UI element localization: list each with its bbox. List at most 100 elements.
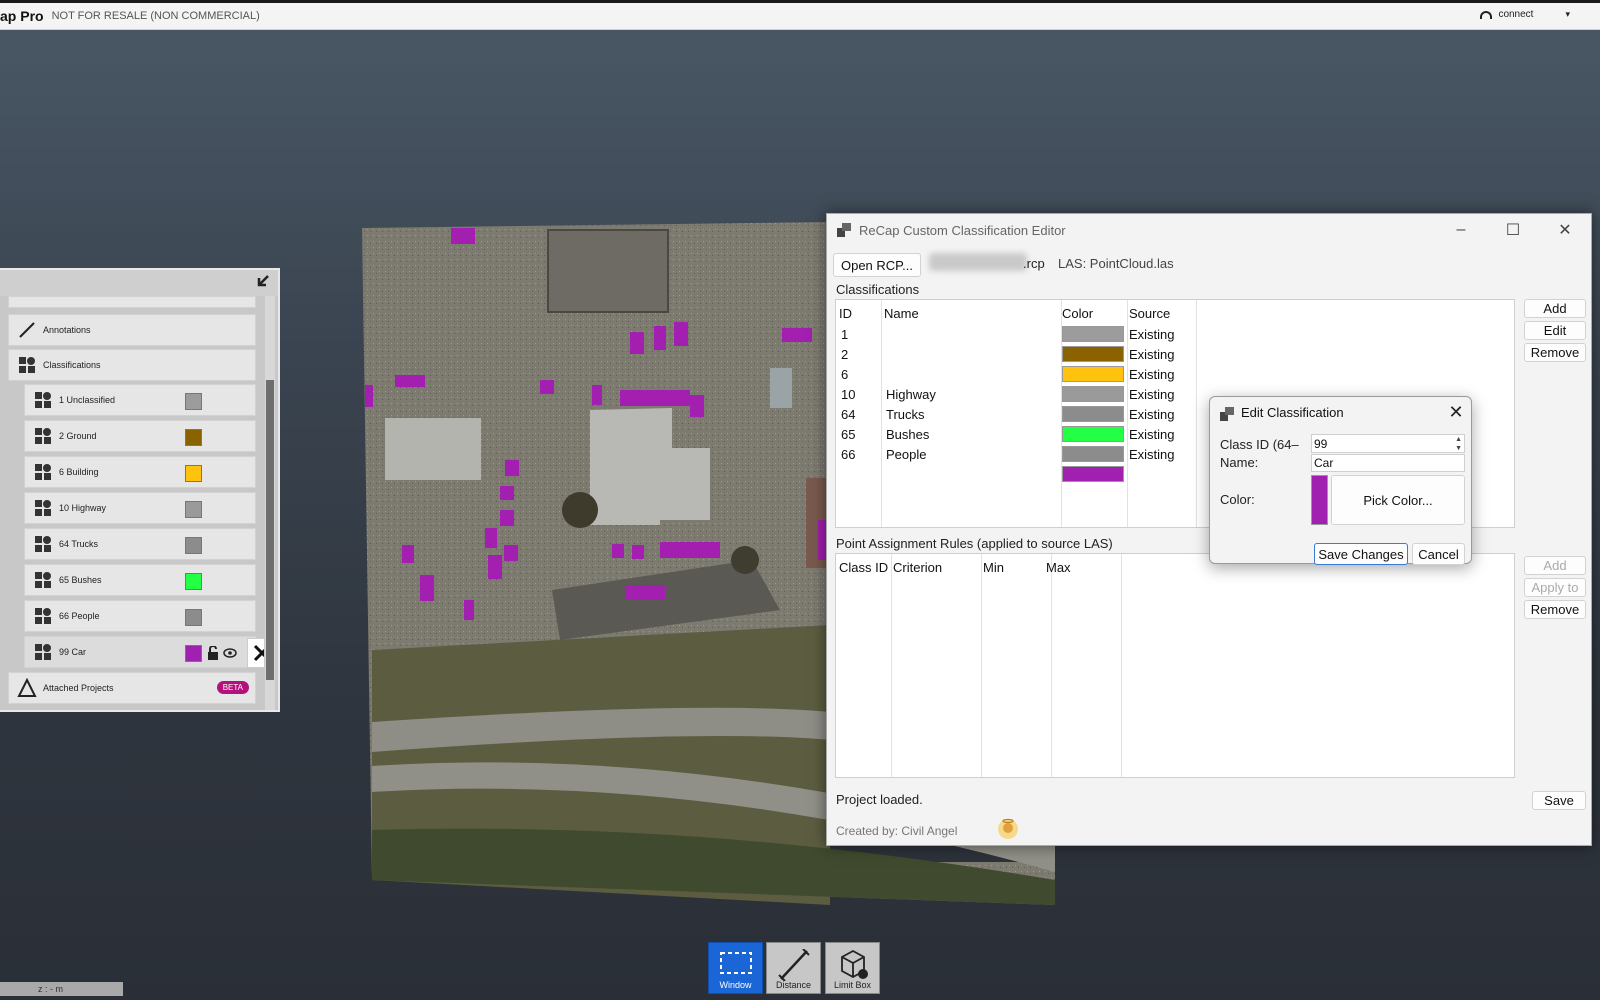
app-icon bbox=[1220, 407, 1234, 421]
open-rcp-button[interactable]: Open RCP... bbox=[833, 253, 921, 277]
class-label: 99 Car bbox=[59, 647, 87, 657]
class-label: 6 Building bbox=[59, 467, 99, 477]
cell-source: Existing bbox=[1129, 407, 1175, 422]
cell-id: 64 bbox=[841, 407, 856, 422]
column-header-source[interactable]: Source bbox=[1129, 306, 1170, 321]
maximize-button[interactable]: ☐ bbox=[1487, 214, 1539, 246]
class-label: 64 Trucks bbox=[59, 539, 99, 549]
class-row-1[interactable]: 1 Unclassified bbox=[24, 384, 256, 416]
column-header-id[interactable]: ID bbox=[839, 306, 852, 321]
name-input[interactable]: Car bbox=[1311, 454, 1465, 472]
cell-id: 6 bbox=[841, 367, 849, 382]
class-row-99[interactable]: 99 Car bbox=[24, 636, 264, 668]
project-navigator-panel: Annotations Classifications 1 Unclassifi… bbox=[0, 268, 280, 712]
editor-title: ReCap Custom Classification Editor bbox=[859, 222, 1066, 238]
column-header-color[interactable]: Color bbox=[1062, 306, 1093, 321]
class-color-swatch[interactable] bbox=[185, 465, 202, 482]
column-header-class-id[interactable]: Class ID bbox=[839, 560, 888, 575]
panel-scrollbar[interactable] bbox=[265, 296, 275, 710]
class-row-66[interactable]: 66 People bbox=[24, 600, 256, 632]
panel-item-classifications[interactable]: Classifications bbox=[8, 349, 256, 381]
panel-item-attached-projects[interactable]: Attached Projects BETA bbox=[8, 672, 256, 704]
class-row-6[interactable]: 6 Building bbox=[24, 456, 256, 488]
eye-icon[interactable] bbox=[223, 648, 237, 658]
rules-table[interactable]: Class ID Criterion Min Max bbox=[835, 553, 1515, 778]
ruler-icon bbox=[19, 322, 35, 338]
class-row-10[interactable]: 10 Highway bbox=[24, 492, 256, 524]
list-item bbox=[8, 296, 256, 308]
class-row-2[interactable]: 2 Ground bbox=[24, 420, 256, 452]
class-color-swatch[interactable] bbox=[185, 393, 202, 410]
class-color-swatch[interactable] bbox=[185, 501, 202, 518]
remove-class-button[interactable]: Remove bbox=[1524, 343, 1586, 362]
edit-class-button[interactable]: Edit bbox=[1524, 321, 1586, 340]
cell-id: 66 bbox=[841, 447, 856, 462]
classification-icon bbox=[35, 644, 51, 660]
beta-badge: BETA bbox=[216, 681, 249, 694]
cell-id: 10 bbox=[841, 387, 856, 402]
distance-tool[interactable]: Distance bbox=[766, 942, 821, 994]
cancel-button[interactable]: Cancel bbox=[1412, 543, 1465, 565]
window-select-tool[interactable]: Window bbox=[708, 942, 763, 994]
classification-icon bbox=[35, 608, 51, 624]
panel-list: Annotations Classifications 1 Unclassifi… bbox=[8, 296, 264, 710]
apply-rules-button[interactable]: Apply to bbox=[1524, 578, 1586, 597]
column-header-name[interactable]: Name bbox=[884, 306, 919, 321]
close-button[interactable]: ✕ bbox=[1539, 214, 1591, 246]
spinner-arrows-icon[interactable]: ▲ ▼ bbox=[1455, 435, 1462, 453]
save-changes-button[interactable]: Save Changes bbox=[1314, 543, 1408, 565]
angel-logo-icon bbox=[998, 818, 1018, 839]
classification-icon bbox=[35, 428, 51, 444]
class-label: 1 Unclassified bbox=[59, 395, 116, 405]
class-row-65[interactable]: 65 Bushes bbox=[24, 564, 256, 596]
classifications-heading: Classifications bbox=[836, 282, 920, 297]
limit-box-icon bbox=[841, 949, 868, 979]
classification-icon bbox=[35, 464, 51, 480]
name-label: Name: bbox=[1220, 455, 1259, 470]
class-row-64[interactable]: 64 Trucks bbox=[24, 528, 256, 560]
window-controls: – ☐ ✕ bbox=[1435, 214, 1591, 246]
cell-color-swatch bbox=[1062, 346, 1124, 362]
project-name-redacted bbox=[929, 253, 1027, 271]
cell-source: Existing bbox=[1129, 367, 1175, 382]
class-color-swatch[interactable] bbox=[185, 609, 202, 626]
cell-source: Existing bbox=[1129, 387, 1175, 402]
delete-class-button[interactable] bbox=[247, 638, 264, 668]
column-header-min[interactable]: Min bbox=[983, 560, 1004, 575]
column-header-max[interactable]: Max bbox=[1046, 560, 1071, 575]
class-color-swatch[interactable] bbox=[185, 429, 202, 446]
attached-projects-icon bbox=[17, 678, 37, 697]
scrollbar-thumb[interactable] bbox=[266, 380, 274, 680]
unlock-icon[interactable] bbox=[207, 646, 219, 660]
add-rule-button[interactable]: Add bbox=[1524, 556, 1586, 575]
class-color-swatch[interactable] bbox=[185, 537, 202, 554]
dialog-close-button[interactable]: ✕ bbox=[1444, 401, 1468, 423]
save-button[interactable]: Save bbox=[1532, 791, 1586, 810]
classification-icon bbox=[35, 572, 51, 588]
add-class-button[interactable]: Add bbox=[1524, 299, 1586, 318]
collapse-arrow-icon[interactable] bbox=[254, 274, 270, 290]
distance-icon bbox=[778, 949, 810, 981]
cell-name: People bbox=[886, 447, 927, 462]
color-label: Color: bbox=[1220, 492, 1255, 507]
column-divider bbox=[1127, 300, 1128, 527]
column-divider bbox=[981, 554, 982, 777]
minimize-button[interactable]: – bbox=[1435, 214, 1487, 246]
pick-color-button[interactable]: Pick Color... bbox=[1331, 475, 1465, 525]
cell-id: 65 bbox=[841, 427, 856, 442]
class-color-swatch[interactable] bbox=[185, 645, 202, 662]
panel-item-annotations[interactable]: Annotations bbox=[8, 314, 256, 346]
remove-rule-button[interactable]: Remove bbox=[1524, 600, 1586, 619]
cell-id: 2 bbox=[841, 347, 849, 362]
close-icon bbox=[253, 644, 264, 662]
cell-color-swatch bbox=[1062, 466, 1124, 482]
cell-color-swatch bbox=[1062, 326, 1124, 342]
class-id-label: Class ID (64– bbox=[1220, 437, 1299, 452]
classification-icon bbox=[35, 392, 51, 408]
column-divider bbox=[1121, 554, 1122, 777]
column-header-criterion[interactable]: Criterion bbox=[893, 560, 942, 575]
class-color-swatch[interactable] bbox=[185, 573, 202, 590]
class-id-input[interactable]: 99 ▲ ▼ bbox=[1311, 434, 1465, 453]
limit-box-tool[interactable]: Limit Box bbox=[825, 942, 880, 994]
connect-button[interactable]: connect ▾ bbox=[1480, 9, 1570, 20]
